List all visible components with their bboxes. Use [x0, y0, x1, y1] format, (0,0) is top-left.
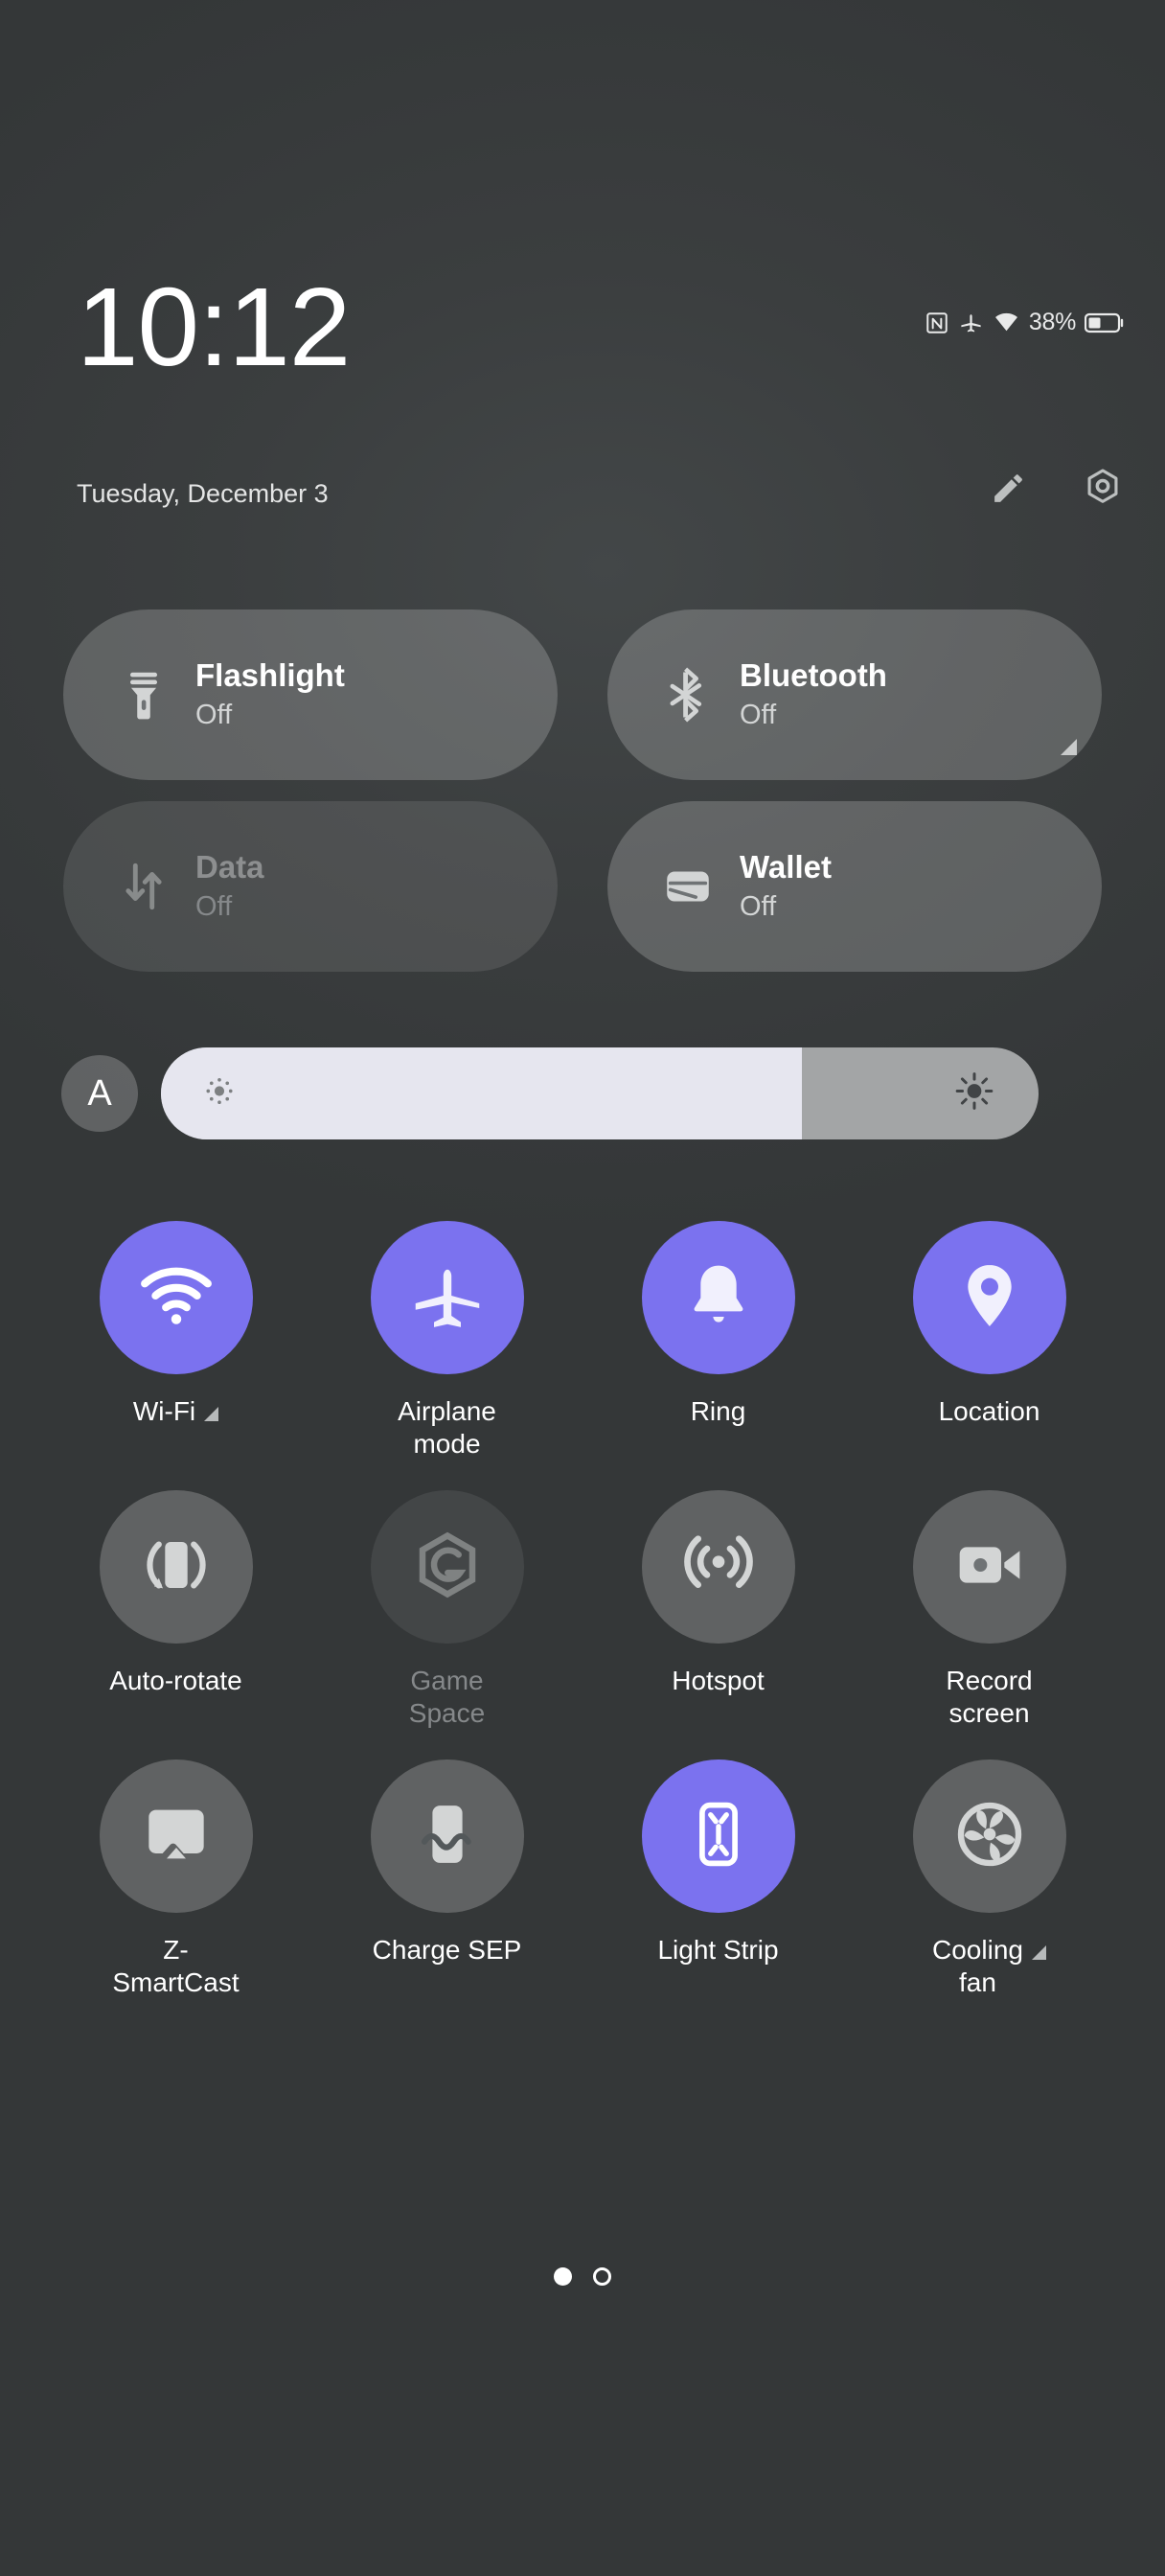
fan-icon — [951, 1796, 1028, 1877]
tile-title: Wallet — [740, 848, 832, 885]
battery-icon — [1085, 311, 1125, 334]
location-pin-icon — [951, 1257, 1028, 1339]
gear-icon — [1082, 467, 1124, 514]
tile-status: Off — [195, 699, 233, 730]
data-icon — [113, 859, 174, 914]
bell-icon — [680, 1257, 757, 1339]
tile-status: Off — [740, 699, 777, 730]
expand-triangle-icon[interactable] — [204, 1407, 219, 1421]
tile-flashlight[interactable]: Flashlight Off — [63, 610, 558, 780]
brightness-slider-fill — [161, 1047, 802, 1139]
toggle-label: Z- SmartCast — [112, 1935, 240, 1997]
toggle-label: Game Space — [408, 1666, 486, 1728]
game-space-icon — [410, 1528, 485, 1607]
page-indicator — [0, 2267, 1165, 2286]
brightness-high-icon — [954, 1071, 994, 1116]
tile-title: Flashlight — [195, 656, 345, 693]
settings-button[interactable] — [1081, 468, 1125, 512]
tile-status: Off — [740, 890, 777, 922]
toggle-label: Auto-rotate — [109, 1666, 242, 1696]
brightness-row: A — [61, 1047, 1039, 1139]
wifi-icon — [136, 1255, 217, 1341]
toggle-label: Record screen — [946, 1666, 1033, 1728]
toggle-cooling-fan[interactable]: Cooling fan — [854, 1760, 1125, 1998]
toggle-label: Hotspot — [672, 1666, 765, 1696]
toggle-label: Location — [938, 1396, 1040, 1426]
date-label: Tuesday, December 3 — [77, 479, 329, 508]
toggle-label: Wi-Fi — [132, 1396, 196, 1426]
toggle-airplane[interactable]: Airplane mode — [311, 1221, 582, 1460]
tile-title: Bluetooth — [740, 656, 887, 693]
toggle-hotspot[interactable]: Hotspot — [582, 1490, 854, 1729]
cast-icon — [138, 1796, 215, 1877]
hotspot-icon — [680, 1527, 757, 1608]
brightness-slider[interactable] — [161, 1047, 1039, 1139]
toggle-label: Cooling fan — [932, 1935, 1023, 1997]
pencil-icon — [989, 468, 1029, 513]
auto-brightness-label: A — [87, 1072, 112, 1114]
auto-rotate-icon — [139, 1528, 214, 1607]
toggle-smartcast[interactable]: Z- SmartCast — [40, 1760, 311, 1998]
tile-data[interactable]: Data Off — [63, 801, 558, 972]
toggle-ring[interactable]: Ring — [582, 1221, 854, 1460]
toggle-label: Ring — [690, 1396, 746, 1426]
toggle-game-space[interactable]: Game Space — [311, 1490, 582, 1729]
toggle-light-strip[interactable]: Light Strip — [582, 1760, 854, 1998]
toggles-grid: Wi-Fi Airplane mode Ring Location Auto-r… — [40, 1221, 1125, 1999]
clock: 10:12 — [77, 264, 351, 389]
nfc-icon — [925, 310, 949, 335]
light-strip-icon — [682, 1798, 755, 1875]
tile-title: Data — [195, 848, 264, 885]
wifi-icon — [993, 309, 1020, 336]
page-dot[interactable] — [593, 2267, 611, 2286]
expand-triangle-icon[interactable] — [1031, 1945, 1046, 1961]
flashlight-icon — [113, 667, 174, 723]
toggle-wifi[interactable]: Wi-Fi — [40, 1221, 311, 1460]
tile-status: Off — [195, 890, 233, 922]
toggle-record-screen[interactable]: Record screen — [854, 1490, 1125, 1729]
toggle-label: Airplane mode — [398, 1396, 496, 1459]
header-actions — [987, 468, 1125, 512]
battery-percent: 38% — [1028, 309, 1076, 335]
toggle-location[interactable]: Location — [854, 1221, 1125, 1460]
big-tiles-grid: Flashlight Off Bluetooth Off Data Off Wa… — [63, 610, 1102, 972]
tile-bluetooth[interactable]: Bluetooth Off — [607, 610, 1102, 780]
toggle-charge-sep[interactable]: Charge SEP — [311, 1760, 582, 1998]
toggle-label: Charge SEP — [372, 1935, 522, 1966]
status-bar-icons: 38% — [925, 309, 1125, 336]
airplane-icon — [407, 1255, 488, 1341]
expand-corner-icon[interactable] — [1061, 739, 1077, 755]
charge-sep-icon — [410, 1797, 485, 1876]
clock-time: 10:12 — [77, 264, 351, 389]
auto-brightness-button[interactable]: A — [61, 1055, 138, 1132]
page-dot-active[interactable] — [554, 2267, 572, 2286]
toggle-label: Light Strip — [657, 1935, 779, 1966]
airplane-icon — [958, 310, 984, 335]
toggle-auto-rotate[interactable]: Auto-rotate — [40, 1490, 311, 1729]
bluetooth-icon — [657, 667, 719, 723]
wallet-icon — [657, 859, 719, 914]
tile-wallet[interactable]: Wallet Off — [607, 801, 1102, 972]
edit-button[interactable] — [987, 468, 1031, 512]
brightness-low-icon — [201, 1073, 238, 1115]
video-camera-icon — [951, 1527, 1028, 1608]
